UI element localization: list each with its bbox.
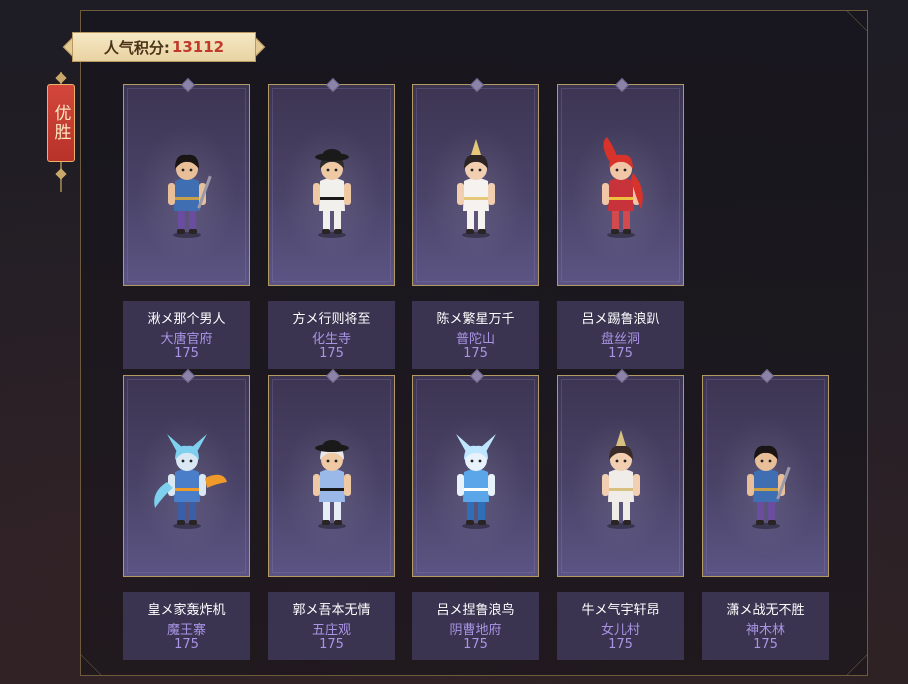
player-school: 五庄观	[311, 623, 351, 638]
player-points: 175	[319, 346, 344, 361]
frame-corner	[846, 654, 868, 676]
player-school: 阴曹地府	[449, 623, 502, 638]
player-portrait[interactable]	[412, 368, 539, 577]
score-value: 13112	[171, 38, 225, 56]
player-name: 牛メ气宇轩昂	[581, 603, 660, 618]
player-points: 175	[319, 637, 344, 652]
player-info: 皇メ家轰炸机 魔王寨 175	[123, 592, 250, 660]
player-info: 潇メ战无不胜 神木林 175	[702, 592, 829, 660]
straw-hat-boy-avatar-icon	[282, 416, 382, 556]
swordsman-avatar-icon	[716, 416, 816, 556]
player-portrait[interactable]	[268, 368, 395, 577]
fairy-girl-avatar-icon	[426, 125, 526, 265]
score-display: 人气积分: 13112	[72, 32, 256, 62]
player-points: 175	[174, 637, 199, 652]
player-points: 175	[174, 346, 199, 361]
player-school: 女儿村	[600, 623, 640, 638]
player-portrait[interactable]	[702, 368, 829, 577]
player-name: 皇メ家轰炸机	[147, 603, 226, 618]
swordsman-avatar-icon	[137, 125, 237, 265]
player-name: 潇メ战无不胜	[726, 603, 805, 618]
player-points: 175	[608, 346, 633, 361]
player-school: 化生寺	[311, 332, 351, 347]
player-name: 吕メ捏鲁浪鸟	[436, 603, 515, 618]
player-info: 湫メ那个男人 大唐官府 175	[123, 301, 250, 369]
ice-warrior-avatar-icon	[426, 416, 526, 556]
player-portrait[interactable]	[557, 368, 684, 577]
player-name: 吕メ踢鲁浪趴	[581, 312, 660, 327]
dancer-girl-avatar-icon	[571, 416, 671, 556]
player-info: 吕メ踢鲁浪趴 盘丝洞 175	[557, 301, 684, 369]
blue-demon-avatar-icon	[137, 416, 237, 556]
player-name: 方メ行则将至	[292, 312, 371, 327]
player-school: 魔王寨	[166, 623, 206, 638]
player-school: 大唐官府	[160, 332, 213, 347]
player-info: 陈メ繁星万千 普陀山 175	[412, 301, 539, 369]
winner-badge: 优胜	[47, 84, 75, 162]
player-school: 普陀山	[455, 332, 495, 347]
player-school: 神木林	[745, 623, 785, 638]
player-portrait[interactable]	[268, 77, 395, 286]
player-points: 175	[463, 346, 488, 361]
player-info: 吕メ捏鲁浪鸟 阴曹地府 175	[412, 592, 539, 660]
score-label: 人气积分:	[103, 38, 170, 57]
player-info: 郭メ吾本无情 五庄观 175	[268, 592, 395, 660]
player-portrait[interactable]	[123, 77, 250, 286]
frame-corner	[846, 10, 868, 32]
popularity-score-plate: 人气积分: 13112	[62, 32, 266, 62]
monk-avatar-icon	[282, 125, 382, 265]
player-name: 陈メ繁星万千	[436, 312, 515, 327]
frame-corner	[80, 654, 102, 676]
player-portrait[interactable]	[123, 368, 250, 577]
player-info: 牛メ气宇轩昂 女儿村 175	[557, 592, 684, 660]
player-points: 175	[463, 637, 488, 652]
player-name: 郭メ吾本无情	[292, 603, 371, 618]
player-portrait[interactable]	[412, 77, 539, 286]
player-points: 175	[753, 637, 778, 652]
player-info: 方メ行则将至 化生寺 175	[268, 301, 395, 369]
player-points: 175	[608, 637, 633, 652]
badge-label: 优胜	[50, 104, 71, 142]
player-name: 湫メ那个男人	[147, 312, 226, 327]
player-school: 盘丝洞	[600, 332, 640, 347]
red-hair-girl-avatar-icon	[571, 125, 671, 265]
player-portrait[interactable]	[557, 77, 684, 286]
